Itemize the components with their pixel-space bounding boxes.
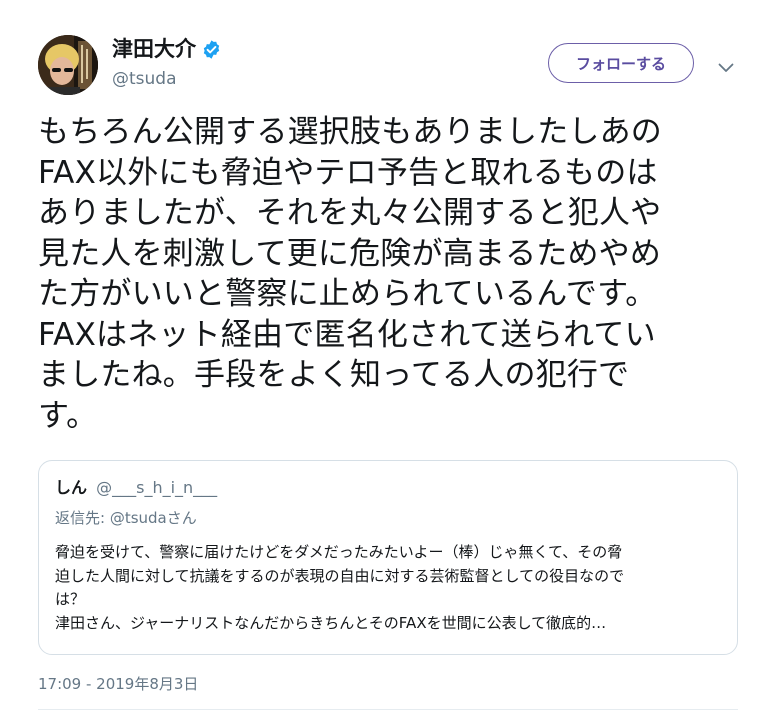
follow-button[interactable]: フォローする	[548, 43, 694, 83]
display-name-row: 津田大介	[112, 36, 222, 62]
author-handle[interactable]: @tsuda	[112, 68, 222, 90]
quoted-text-line: 脅迫を受けて、警察に届けたけどをダメだったみたいよー（棒）じゃ無くて、その脅	[55, 543, 623, 561]
quoted-text-line: 迫した人間に対して抗議をするのが表現の自由に対する芸術監督としての役目なので	[55, 566, 625, 585]
tweet-text-line: FAXはネット経由で匿名化されて送られてい	[38, 316, 656, 353]
reply-to-context: 返信先: @tsudaさん	[55, 507, 197, 529]
quoted-author-name: しん	[55, 478, 88, 497]
author-info: 津田大介 @tsuda	[112, 36, 222, 90]
tweet-timestamp[interactable]: 17:09 - 2019年8月3日	[38, 674, 198, 694]
display-name[interactable]: 津田大介	[112, 36, 196, 62]
tweet-text-line: ありましたが、それを丸々公開すると犯人や	[38, 195, 662, 231]
verified-badge-icon	[201, 39, 222, 60]
quoted-text-line: は？	[55, 590, 86, 608]
tweet-text-line: FAX以外にも脅迫やテロ予告と取れるものは	[38, 154, 658, 191]
reply-to-prefix: 返信先:	[55, 509, 110, 527]
divider	[38, 709, 738, 710]
avatar[interactable]	[38, 35, 98, 95]
tweet-text-line: ましたね。手段をよく知ってる人の犯行で	[38, 357, 630, 393]
avatar-image	[38, 35, 98, 95]
tweet-text: もちろん公開する選択肢もありましたしあの FAX以外にも脅迫やテロ予告と取れるも…	[38, 112, 728, 436]
tweet-container: 津田大介 @tsuda フォローする もちろん公開する選択肢もありましたしあの …	[0, 0, 757, 713]
tweet-text-line: す。	[38, 397, 98, 434]
tweet-text-line: た方がいいと警察に止められているんです。	[38, 276, 657, 312]
reply-to-suffix: さん	[166, 509, 197, 527]
chevron-down-icon[interactable]	[718, 58, 734, 72]
quoted-text-line: 津田さん、ジャーナリストなんだからきちんとそのFAXを世間に公表して徹底的…	[55, 613, 607, 632]
quoted-tweet-text: 脅迫を受けて、警察に届けたけどをダメだったみたいよー（棒）じゃ無くて、その脅 迫…	[55, 541, 727, 635]
tweet-text-line: もちろん公開する選択肢もありましたしあの	[38, 114, 662, 150]
quoted-tweet-card[interactable]: しん @___s_h_i_n___ 返信先: @tsudaさん 脅迫を受けて、警…	[38, 460, 738, 655]
quoted-tweet-header: しん @___s_h_i_n___	[55, 477, 217, 499]
tweet-text-line: 見た人を刺激して更に危険が高まるためやめ	[38, 235, 662, 272]
quoted-author-handle: @___s_h_i_n___	[96, 478, 218, 497]
reply-to-handle[interactable]: @tsuda	[110, 509, 167, 527]
